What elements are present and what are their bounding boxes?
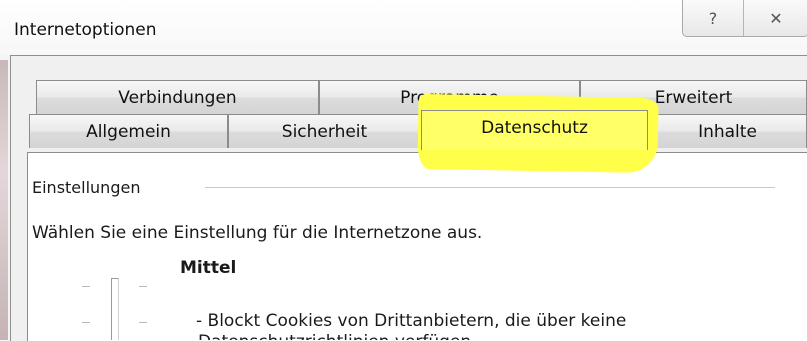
tab-sicherheit[interactable]: Sicherheit (228, 114, 421, 148)
tab-datenschutz[interactable]: Datenschutz (421, 110, 648, 150)
tab-label: Sicherheit (281, 121, 368, 142)
group-divider (205, 187, 775, 188)
tab-label: Verbindungen (118, 87, 237, 108)
slider-tick (82, 322, 90, 323)
tab-allgemein[interactable]: Allgemein (29, 114, 228, 148)
help-icon: ? (708, 8, 718, 28)
slider-tick (139, 286, 147, 287)
tab-inhalte[interactable]: Inhalte (648, 114, 807, 148)
tab-label: Allgemein (86, 121, 171, 142)
intro-text: Wählen Sie eine Einstellung für die Inte… (32, 223, 483, 243)
help-button[interactable]: ? (683, 0, 744, 36)
privacy-description-cut: Datenschutzrichtlinien verfügen (198, 334, 471, 340)
privacy-level-name: Mittel (180, 258, 237, 278)
settings-group-label: Einstellungen (32, 178, 149, 197)
tab-label: Erweitert (654, 87, 733, 108)
close-icon: ✕ (769, 8, 783, 28)
close-button[interactable]: ✕ (744, 0, 807, 36)
caption-buttons: ? ✕ (682, 0, 807, 37)
window-title: Internetoptionen (14, 20, 157, 40)
slider-tick (139, 322, 147, 323)
background-edge (0, 60, 8, 340)
tab-label: Datenschutz (481, 117, 588, 138)
privacy-slider[interactable] (111, 278, 119, 340)
tab-label: Inhalte (698, 121, 757, 142)
tab-verbindungen[interactable]: Verbindungen (36, 80, 319, 114)
slider-tick (82, 286, 90, 287)
title-bar[interactable]: Internetoptionen ? ✕ (0, 0, 807, 55)
privacy-description: - Blockt Cookies von Drittanbietern, die… (196, 311, 627, 331)
